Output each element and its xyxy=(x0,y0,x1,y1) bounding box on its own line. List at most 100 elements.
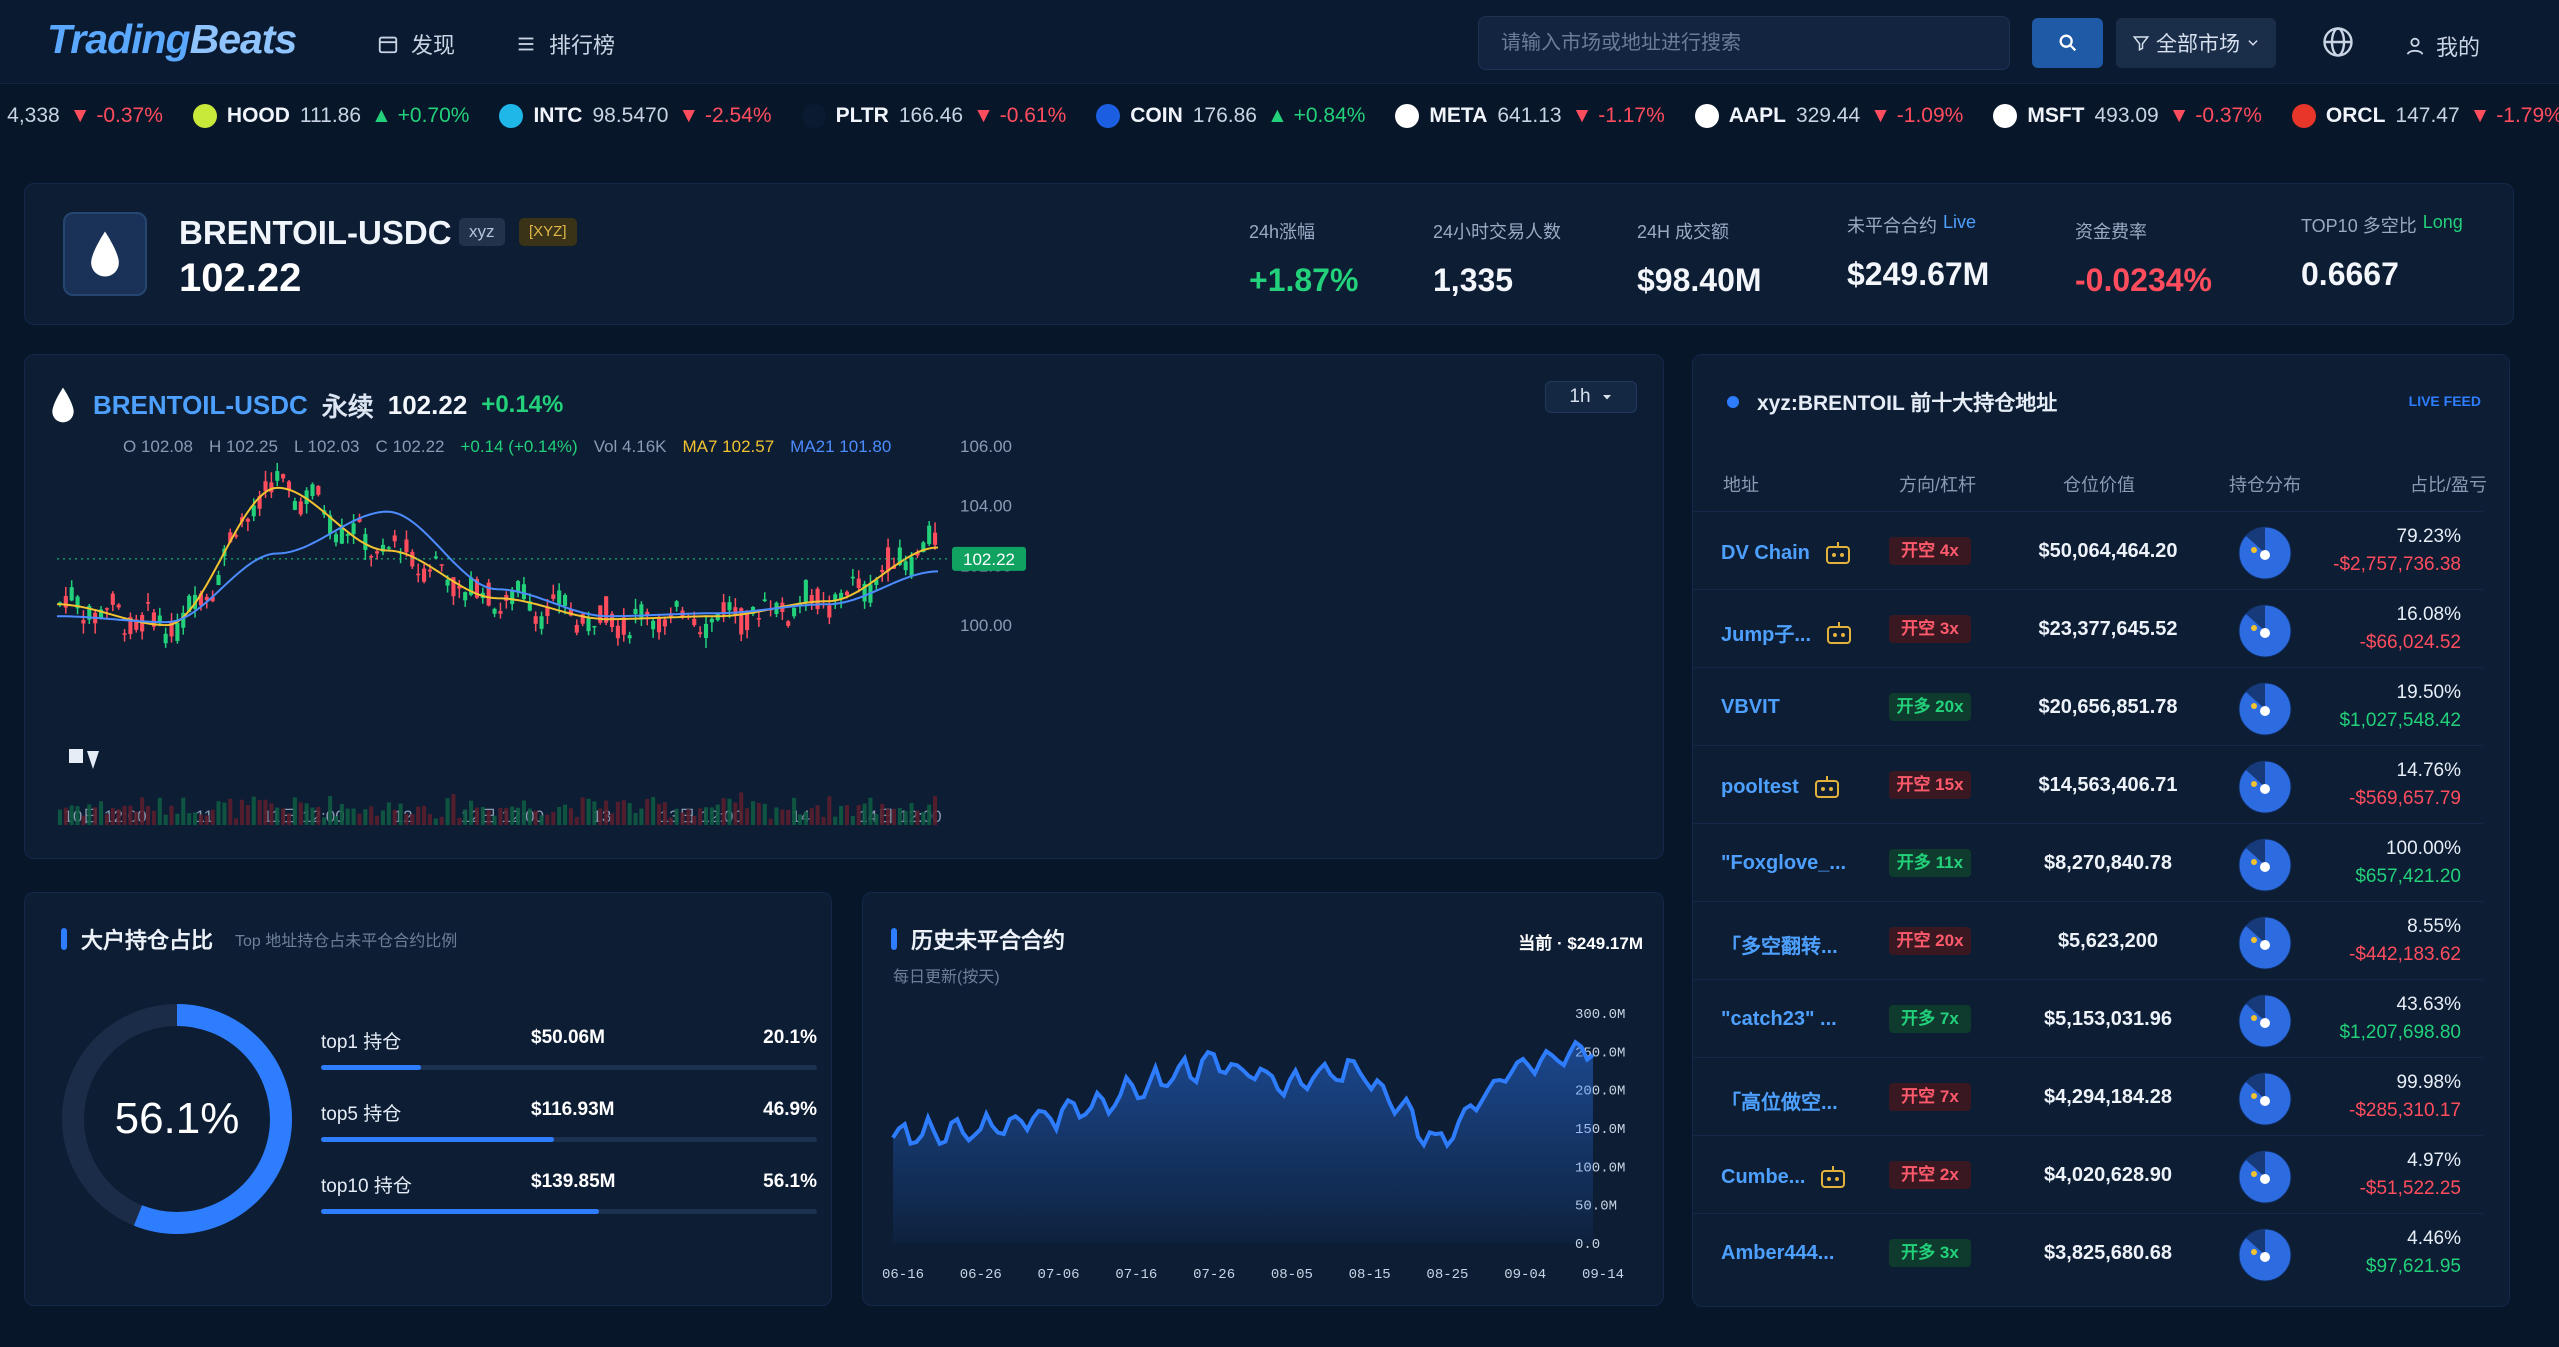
ticker-item[interactable]: ORCL 147.47 ▼ -1.79% xyxy=(2291,104,2559,128)
ticker-item[interactable]: COIN 176.86 ▲ +0.84% xyxy=(1096,104,1365,128)
holder-direction: 开空 20x xyxy=(1889,927,1971,955)
holder-address[interactable]: DV Chain xyxy=(1721,540,1852,566)
holder-row[interactable]: 「高位做空... 开空 7x $4,294,184.28 99.98% -$285,31… xyxy=(1693,1057,2483,1135)
holder-address[interactable]: VBVIT xyxy=(1721,696,1780,719)
candle-body xyxy=(521,584,526,600)
concentration-value: $50.06M xyxy=(531,1027,605,1048)
ticker-logo-icon xyxy=(1993,104,2018,128)
candle-body xyxy=(245,518,250,522)
language-button[interactable] xyxy=(2320,24,2356,65)
oi-x-tick: 07-16 xyxy=(1115,1267,1157,1283)
holder-address[interactable]: Amber444... xyxy=(1721,1242,1834,1265)
ticker-item[interactable]: HOOD 111.86 ▲ +0.70% xyxy=(192,104,470,128)
candle-body xyxy=(269,482,274,493)
logo[interactable]: TradingBeats xyxy=(47,16,297,63)
holder-address-text: "catch23" ... xyxy=(1721,1008,1837,1030)
volume-bar xyxy=(762,803,767,825)
volume-bar xyxy=(692,815,697,825)
col-direction: 方向/杠杆 xyxy=(1899,475,1977,495)
volume-bar xyxy=(333,816,339,825)
candle-body xyxy=(310,484,315,496)
ticker-logo-icon xyxy=(499,104,524,128)
market-filter-label: 全部市场 xyxy=(2156,33,2240,56)
candle-body xyxy=(927,525,932,545)
chevron-down-icon xyxy=(2248,40,2258,46)
nav-leaderboard[interactable]: 排行榜 xyxy=(515,28,615,60)
holder-row[interactable]: Jump子... 开空 3x $23,377,645.52 16.08% -$66,02… xyxy=(1693,589,2483,667)
volume-bar xyxy=(562,804,568,825)
ticker-item[interactable]: PLTR 166.46 ▼ -0.61% xyxy=(801,104,1066,128)
x-tick-label: 11日 12:00 xyxy=(263,807,345,826)
holder-address[interactable]: Jump子... xyxy=(1721,618,1853,647)
oi-history-chart[interactable]: 300.0M250.0M200.0M150.0M100.0M50.0M0.006… xyxy=(863,893,1665,1307)
holder-row[interactable]: Cumbe... 开空 2x $4,020,628.90 4.97% -$51,522.… xyxy=(1693,1135,2483,1213)
volume-bar xyxy=(510,806,515,825)
volume-bar xyxy=(87,804,92,825)
holder-row[interactable]: VBVIT 开多 20x $20,656,851.78 19.50% $1,027,54… xyxy=(1693,667,2483,745)
holder-address-text: Jump子... xyxy=(1721,624,1812,646)
exchange-tag: xyz xyxy=(459,218,505,246)
price-chart[interactable]: 106.00104.00102.00100.0010日 12:001111日 1… xyxy=(25,355,1665,860)
candle-body xyxy=(163,633,168,644)
holder-address[interactable]: "Foxglove_... xyxy=(1721,852,1846,875)
volume-bar xyxy=(504,808,509,825)
volume-bar xyxy=(392,809,397,825)
candle-body xyxy=(850,576,855,579)
volume-bar xyxy=(457,817,462,825)
top-holders-panel: xyz:BRENTOIL 前十大持仓地址 LIVE FEED 地址 方向/杠杆 … xyxy=(1692,354,2510,1307)
volume-bar xyxy=(703,807,709,825)
holder-row[interactable]: pooltest 开空 15x $14,563,406.71 14.76% -$569,… xyxy=(1693,745,2483,823)
holder-distribution-pie xyxy=(2238,1072,2292,1126)
volume-bar xyxy=(474,807,479,825)
volume-bar xyxy=(169,805,174,825)
holder-address[interactable]: 「高位做空... xyxy=(1721,1086,1838,1115)
ticker-item[interactable]: D4,338▼ -0.37% xyxy=(0,104,163,128)
holder-row[interactable]: "catch23" ... 开多 7x $5,153,031.96 43.63% $1,… xyxy=(1693,979,2483,1057)
arrow-down-icon: ▼ xyxy=(2469,104,2497,127)
holder-address-text: pooltest xyxy=(1721,775,1799,798)
volume-bar xyxy=(245,804,250,825)
ticker-bar: D4,338▼ -0.37% HOOD111.86▲ +0.70% INTC98.5… xyxy=(0,92,2559,148)
search-button[interactable] xyxy=(2032,18,2103,68)
ticker-item[interactable]: INTC 98.5470 ▼ -2.54% xyxy=(499,104,772,128)
candle-body xyxy=(674,601,679,607)
volume-bar xyxy=(292,797,297,825)
ticker-item[interactable]: META 641.13 ▼ -1.17% xyxy=(1395,104,1665,128)
oi-x-tick: 06-16 xyxy=(882,1267,924,1283)
holder-address[interactable]: 「多空翻转... xyxy=(1721,930,1838,959)
volume-bar xyxy=(198,814,203,825)
nav-discover[interactable]: 发现 xyxy=(377,28,455,60)
volume-bar xyxy=(868,797,873,825)
holder-direction: 开空 15x xyxy=(1889,771,1971,799)
user-menu[interactable]: 我的 xyxy=(2404,30,2480,62)
holder-address[interactable]: Cumbe... xyxy=(1721,1164,1847,1190)
holder-position-value: $50,064,464.20 xyxy=(2038,540,2178,562)
ticker-price: 4,338 xyxy=(7,104,60,127)
volume-bar xyxy=(145,805,151,825)
volume-bar xyxy=(927,804,932,825)
holder-row[interactable]: 「多空翻转... 开空 20x $5,623,200 8.55% -$442,183.6… xyxy=(1693,901,2483,979)
holder-address[interactable]: "catch23" ... xyxy=(1721,1008,1837,1031)
holder-row[interactable]: "Foxglove_... 开多 11x $8,270,840.78 100.00% $… xyxy=(1693,823,2483,901)
holder-distribution-pie xyxy=(2238,604,2292,658)
holder-row[interactable]: DV Chain 开空 4x $50,064,464.20 79.23% -$2,757… xyxy=(1693,511,2483,589)
candle-body xyxy=(439,564,444,566)
candle-body xyxy=(275,471,280,481)
ticker-item[interactable]: MSFT 493.09 ▼ -0.37% xyxy=(1993,104,2262,128)
volume-bar xyxy=(269,803,274,825)
holder-position-value: $5,153,031.96 xyxy=(2044,1008,2172,1030)
volume-bar xyxy=(874,814,879,825)
search-input[interactable] xyxy=(1501,17,2001,69)
holder-share: 79.23% xyxy=(2396,526,2461,547)
volume-bar xyxy=(551,811,556,825)
market-filter-dropdown[interactable]: 全部市场 xyxy=(2116,18,2276,68)
ticker-symbol: META xyxy=(1429,104,1488,127)
ticker-change-value: +0.70% xyxy=(397,104,470,127)
volume-bar xyxy=(345,808,350,825)
holder-row[interactable]: Amber444... 开多 3x $3,825,680.68 4.46% $97,62… xyxy=(1693,1213,2483,1291)
ticker-item[interactable]: AAPL 329.44 ▼ -1.09% xyxy=(1694,104,1963,128)
oi-x-tick: 08-05 xyxy=(1271,1267,1313,1283)
holder-address[interactable]: pooltest xyxy=(1721,774,1841,800)
concentration-track xyxy=(321,1209,817,1214)
volume-bar xyxy=(416,806,421,825)
